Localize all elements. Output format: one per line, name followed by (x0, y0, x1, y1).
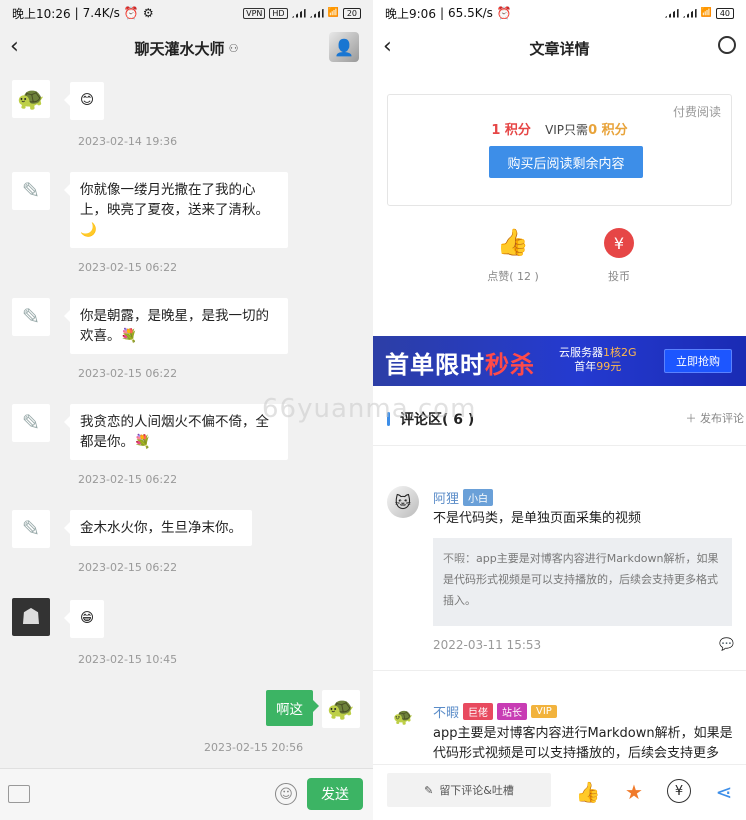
pencil-icon: ✎ (424, 783, 434, 797)
comment-text: app主要是对博客内容进行Markdown解析，如果是代码形式视频是可以支持播放… (433, 726, 733, 761)
message-time: 2023-02-15 06:22 (78, 473, 178, 486)
banner-details: 云服务器1核2G 首年99元 (559, 346, 637, 373)
reply-icon[interactable]: 💬 (719, 637, 734, 651)
like-label: 点赞( 12 ) (487, 270, 539, 283)
avatar[interactable]: ✎ (12, 510, 50, 548)
back-arrow-icon[interactable]: ‹ (10, 36, 30, 60)
avatar[interactable]: ☗ (12, 598, 50, 636)
signal-icon (682, 8, 697, 18)
message-bubble: 😊 (63, 82, 105, 120)
article-title: 文章详情 (529, 39, 590, 58)
yuan-icon[interactable]: ¥ (667, 779, 691, 803)
screen: 晚上10:26 | 7.4K/s ⏰ ⚙ VPN HD 📶 20 ‹ 聊天灌水大师… (0, 0, 746, 820)
leave-comment-button[interactable]: ✎ 留下评论&吐槽 (387, 773, 551, 807)
star-icon[interactable]: ★ (621, 779, 647, 805)
share-icon[interactable]: ⋖ (711, 779, 737, 805)
group-icon: ⚇ (228, 41, 239, 55)
comment-text: 不是代码类，是单独页面采集的视频 (433, 511, 642, 526)
commenter-avatar[interactable]: 🐱 (387, 486, 419, 518)
avatar[interactable]: 🐢 (12, 80, 50, 118)
bottom-action-bar: ✎ 留下评论&吐槽 👍 ★ ¥ ⋖ (373, 764, 746, 820)
chat-header: ‹ 聊天灌水大师 ⚇ 👤 (0, 26, 373, 70)
comment-date: 2022-03-11 15:53 (433, 638, 542, 652)
vip-price: 0 积分 (588, 123, 628, 138)
banner-headline: 首单限时秒杀 (385, 351, 535, 379)
paywall-box: 付费阅读 1 积分 VIP只需0 积分 购买后阅读剩余内容 (387, 94, 732, 206)
back-arrow-icon[interactable]: ‹ (383, 36, 403, 60)
chat-title: 聊天灌水大师 (134, 39, 225, 58)
message-bubble: 我贪恋的人间烟火不偏不倚，全都是你。💐 (64, 404, 288, 460)
message-bubble: 你是朝露，是晚星，是我一切的欢喜。💐 (64, 298, 288, 354)
price-line: 1 积分 VIP只需0 积分 (388, 119, 731, 138)
ad-banner[interactable]: 首单限时秒杀 云服务器1核2G 首年99元 立即抢购 (373, 336, 746, 386)
message-time: 2023-02-15 06:22 (78, 561, 178, 574)
status-speed: 65.5K/s (448, 6, 493, 20)
input-bar: ☺ 发送 (0, 768, 373, 820)
commenter-name: 不暇 巨佬 站长 VIP (433, 702, 557, 721)
message-bubble: 金木水火你，生旦净末你。 (64, 510, 252, 546)
divider (373, 445, 746, 446)
thumbs-up-icon: 👍 (496, 228, 530, 258)
alarm-icon: ⏰ (496, 6, 512, 20)
battery-icon: 40 (715, 7, 734, 19)
watermark: 66yuanma.com (262, 394, 477, 424)
status-time: 晚上9:06 (385, 6, 436, 21)
buy-button[interactable]: 购买后阅读剩余内容 (489, 146, 643, 178)
status-icons: 📶 40 (664, 7, 734, 19)
divider (373, 670, 746, 671)
user-tag: 站长 (497, 703, 528, 720)
signal-icon (664, 8, 679, 18)
user-tag: 巨佬 (463, 703, 494, 720)
commenter-name: 阿狸 小白 (433, 488, 494, 507)
message-time: 2023-02-14 19:36 (78, 135, 178, 148)
like-action[interactable]: 👍 点赞( 12 ) (473, 228, 553, 284)
paywall-note: 付费阅读 (672, 105, 721, 119)
coin-action[interactable]: ¥ 投币 (579, 228, 659, 284)
vip-prefix: VIP只需 (545, 123, 589, 137)
user-tag: VIP (531, 705, 557, 718)
yuan-coin-icon: ¥ (604, 228, 634, 258)
message-time: 2023-02-15 06:22 (78, 367, 178, 380)
message-bubble: 😁 (63, 600, 105, 638)
alarm-icon: ⏰ (123, 6, 139, 20)
avatar[interactable]: ✎ (12, 404, 50, 442)
avatar[interactable]: ✎ (12, 172, 50, 210)
signal-icon (309, 8, 324, 18)
message-bubble: 你就像一缕月光撒在了我的心上，映亮了夏夜，送来了清秋。🌙 (64, 172, 288, 248)
thumbs-up-icon[interactable]: 👍 (575, 779, 601, 805)
banner-cta-button[interactable]: 立即抢购 (664, 349, 732, 373)
coin-label: 投币 (608, 270, 630, 283)
avatar[interactable]: ✎ (12, 298, 50, 336)
send-button[interactable]: 发送 (307, 778, 363, 810)
emoji-icon[interactable]: ☺ (275, 783, 297, 805)
message-time: 2023-02-15 20:56 (204, 741, 304, 754)
reply-box: 不暇：app主要是对博客内容进行Markdown解析，如果是代码形式视频是可以支… (433, 538, 732, 626)
price: 1 积分 (491, 123, 531, 138)
battery-icon: 20 (342, 7, 361, 19)
post-comment-button[interactable]: ＋ 发布评论 (686, 410, 745, 426)
message-time: 2023-02-15 06:22 (78, 261, 178, 274)
image-icon[interactable] (8, 785, 30, 803)
status-speed: 7.4K/s (82, 6, 120, 20)
status-time: 晚上10:26 (12, 6, 71, 21)
signal-icon (291, 8, 306, 18)
status-icons: VPN HD 📶 20 (243, 7, 361, 19)
my-avatar[interactable]: 🐢 (322, 690, 360, 728)
status-bar: 晚上10:26 | 7.4K/s ⏰ ⚙ VPN HD 📶 20 (0, 0, 373, 26)
status-bar: 晚上9:06 | 65.5K/s ⏰ 📶 40 (373, 0, 746, 26)
user-tag: 小白 (463, 489, 494, 506)
wifi-icon: 📶 (327, 8, 339, 18)
commenter-avatar[interactable]: 🐢 (387, 700, 419, 732)
message-time: 2023-02-15 10:45 (78, 653, 178, 666)
search-icon[interactable] (718, 36, 736, 54)
wifi-icon: 📶 (700, 8, 712, 18)
article-header: ‹ 文章详情 (373, 26, 746, 70)
my-message-bubble: 啊这 (266, 690, 319, 726)
settings-icon: ⚙ (142, 6, 154, 20)
chat-avatar[interactable]: 👤 (329, 32, 359, 62)
article-actions: 👍 点赞( 12 ) ¥ 投币 (373, 228, 746, 298)
